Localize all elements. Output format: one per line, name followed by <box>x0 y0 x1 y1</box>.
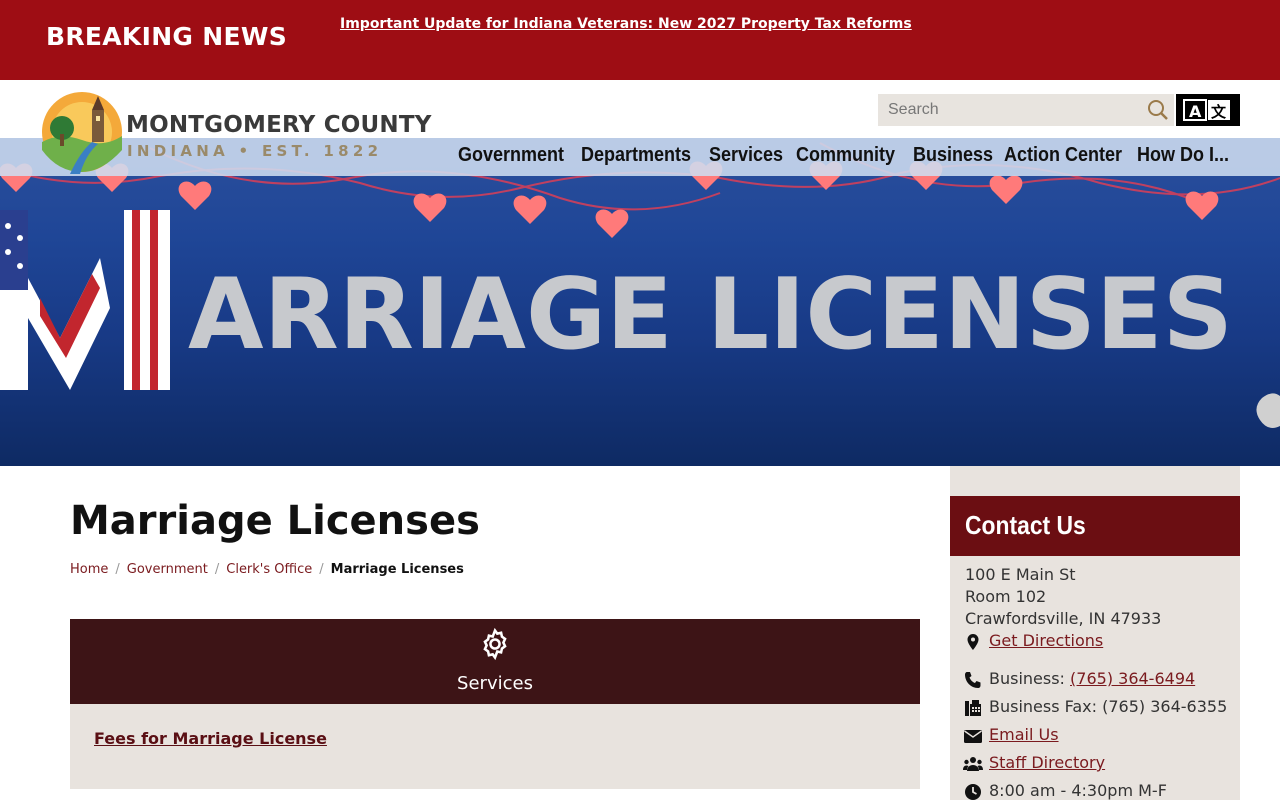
clock-icon <box>965 784 981 800</box>
fax-icon <box>965 700 981 716</box>
svg-text:A: A <box>1189 102 1202 121</box>
breaking-news-label: BREAKING NEWS <box>46 22 288 51</box>
nav-business[interactable]: Business <box>913 144 993 167</box>
nav-action-center[interactable]: Action Center <box>1004 144 1122 167</box>
breadcrumb-clerks-office[interactable]: Clerk's Office <box>226 562 312 577</box>
phone-icon <box>965 672 981 688</box>
address-line-3: Crawfordsville, IN 47933 <box>965 609 1162 628</box>
get-directions-link[interactable]: Get Directions <box>989 631 1103 650</box>
page-title: Marriage Licenses <box>70 498 480 544</box>
nav-how-do-i[interactable]: How Do I... <box>1137 144 1229 167</box>
business-phone-label: Business: <box>989 669 1071 688</box>
breaking-news-link[interactable]: Important Update for Indiana Veterans: N… <box>340 16 912 32</box>
svg-text:文: 文 <box>1211 103 1227 121</box>
hero-title: ARRIAGE LICENSES <box>188 258 1233 372</box>
main-nav: Government Departments Services Communit… <box>0 144 1280 172</box>
fax-row: Business Fax: (765) 364-6355 <box>963 697 1233 719</box>
breadcrumb-separator: / <box>115 562 120 577</box>
map-pin-icon <box>967 634 979 650</box>
address-line-1: 100 E Main St <box>965 565 1076 584</box>
email-us-link[interactable]: Email Us <box>989 725 1059 744</box>
users-icon <box>963 757 983 771</box>
breaking-news-bar: BREAKING NEWS Important Update for India… <box>0 0 1280 80</box>
search-icon[interactable] <box>1146 98 1170 122</box>
breadcrumb-current: Marriage Licenses <box>330 562 464 577</box>
hours-text: 8:00 am - 4:30pm M-F <box>989 781 1167 800</box>
email-row: Email Us <box>963 725 1233 747</box>
translate-icon[interactable]: A 文 <box>1176 94 1240 126</box>
hero-graphic: ARRIAGE LICENSES <box>0 142 1280 428</box>
breadcrumb-government[interactable]: Government <box>127 562 208 577</box>
nav-services[interactable]: Services <box>709 144 783 167</box>
contact-header: Contact Us <box>950 496 1240 556</box>
nav-community[interactable]: Community <box>796 144 895 167</box>
fees-link[interactable]: Fees for Marriage License <box>94 729 327 748</box>
services-body: Fees for Marriage License <box>70 704 920 789</box>
search-box <box>878 94 1174 126</box>
nav-government[interactable]: Government <box>458 144 564 167</box>
business-phone-link[interactable]: (765) 364-6494 <box>1070 669 1195 688</box>
staff-row: Staff Directory <box>963 753 1233 775</box>
breadcrumb-separator: / <box>214 562 220 577</box>
staff-directory-link[interactable]: Staff Directory <box>989 753 1105 772</box>
envelope-icon <box>964 730 982 743</box>
breadcrumb-separator: / <box>319 562 324 577</box>
business-phone-row: Business: (765) 364-6494 <box>963 669 1233 691</box>
hero-banner: ARRIAGE LICENSES <box>0 138 1280 466</box>
address-line-2: Room 102 <box>965 587 1047 606</box>
nav-departments[interactable]: Departments <box>581 144 691 167</box>
search-input[interactable] <box>878 94 1138 126</box>
gear-icon <box>483 627 507 661</box>
directions-row: Get Directions <box>963 631 1233 653</box>
breadcrumb: Home / Government / Clerk's Office / Marriage … <box>70 562 464 577</box>
contact-title: Contact Us <box>965 510 1086 540</box>
services-title: Services <box>457 673 533 694</box>
services-header: Services <box>70 619 920 704</box>
logo-title: MONTGOMERY COUNTY <box>126 112 432 138</box>
business-fax-text: Business Fax: (765) 364-6355 <box>989 697 1228 716</box>
breadcrumb-home[interactable]: Home <box>70 562 108 577</box>
business-phone-text: Business: (765) 364-6494 <box>989 669 1195 688</box>
